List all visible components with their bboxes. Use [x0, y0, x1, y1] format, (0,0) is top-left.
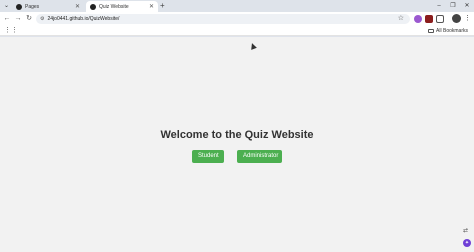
github-icon — [90, 3, 96, 10]
back-button[interactable]: ← — [2, 14, 12, 24]
minimize-button[interactable]: – — [432, 0, 446, 12]
role-actions: Student Administrator — [0, 150, 474, 163]
tab-pages[interactable]: Pages ✕ — [12, 1, 84, 12]
tab-title: Quiz Website — [99, 3, 129, 10]
tab-strip: ⌄ Pages ✕ Quiz Website ✕ + – ❐ ✕ — [0, 0, 474, 12]
folder-icon — [428, 29, 435, 33]
page-title: Welcome to the Quiz Website — [160, 129, 314, 141]
extension-icon[interactable] — [425, 15, 433, 23]
tab-title: Pages — [25, 3, 40, 10]
extension-icon[interactable] — [414, 15, 422, 23]
all-bookmarks-button[interactable]: All Bookmarks — [428, 27, 468, 35]
administrator-button[interactable]: Administrator — [237, 150, 282, 163]
github-icon — [16, 3, 22, 10]
new-tab-button[interactable]: + — [160, 1, 165, 11]
page-content: Welcome to the Quiz Website Student Admi… — [0, 37, 474, 252]
close-icon[interactable]: ✕ — [75, 3, 80, 10]
profile-avatar[interactable] — [452, 14, 461, 23]
tab-search-icon[interactable]: ⌄ — [2, 2, 11, 10]
tab-quiz-website[interactable]: Quiz Website ✕ — [86, 1, 158, 12]
student-button[interactable]: Student — [192, 150, 224, 163]
address-bar[interactable]: ⚙ 24jo0441.github.io/QuizWebsite/ ☆ — [36, 14, 410, 24]
bookmarks-bar: ⋮⋮ All Bookmarks — [0, 26, 474, 36]
bookmark-star-icon[interactable]: ☆ — [398, 15, 404, 23]
extensions-puzzle-icon[interactable] — [436, 15, 444, 23]
reload-button[interactable]: ↻ — [24, 14, 34, 24]
close-icon[interactable]: ✕ — [149, 3, 154, 10]
close-window-button[interactable]: ✕ — [460, 0, 474, 12]
translate-icon[interactable]: ⇄ — [463, 227, 468, 235]
apps-grid-icon[interactable]: ⋮⋮ — [4, 27, 18, 35]
maximize-button[interactable]: ❐ — [446, 0, 460, 12]
all-bookmarks-label: All Bookmarks — [436, 28, 468, 34]
site-info-icon[interactable]: ⚙ — [40, 16, 44, 22]
assistant-icon[interactable]: ✦ — [463, 239, 471, 247]
forward-button[interactable]: → — [13, 14, 23, 24]
address-text: 24jo0441.github.io/QuizWebsite/ — [47, 16, 120, 22]
browser-toolbar: ← → ↻ ⚙ 24jo0441.github.io/QuizWebsite/ … — [0, 12, 474, 26]
menu-icon[interactable]: ⋮ — [464, 14, 471, 24]
